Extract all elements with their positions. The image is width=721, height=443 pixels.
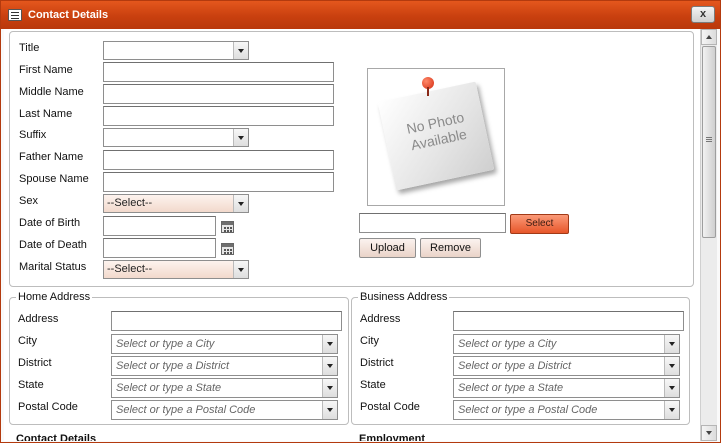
home-address-label: Address — [18, 313, 59, 325]
first-name-label: First Name — [19, 64, 73, 76]
business-postal-label: Postal Code — [360, 401, 420, 413]
close-button[interactable]: x — [691, 6, 715, 23]
title-bar[interactable]: Contact Details x — [1, 1, 720, 29]
business-state-combo[interactable]: Select or type a State — [453, 378, 680, 398]
chevron-down-icon[interactable] — [664, 379, 679, 397]
home-postal-combo[interactable]: Select or type a Postal Code — [111, 400, 338, 420]
scrollbar-thumb[interactable] — [702, 46, 716, 238]
upload-button[interactable]: Upload — [359, 238, 416, 258]
chevron-down-icon[interactable] — [664, 401, 679, 419]
home-state-placeholder: Select or type a State — [116, 382, 222, 394]
home-state-label: State — [18, 379, 44, 391]
sex-value: --Select-- — [107, 197, 153, 209]
chevron-down-icon — [233, 42, 248, 59]
father-name-input[interactable] — [103, 150, 334, 170]
dod-input[interactable] — [103, 238, 216, 258]
dob-label: Date of Birth — [19, 217, 81, 229]
home-city-placeholder: Select or type a City — [116, 338, 215, 350]
calendar-icon[interactable] — [221, 243, 234, 255]
last-name-label: Last Name — [19, 108, 73, 120]
business-city-label: City — [360, 335, 379, 347]
home-address-group: Home Address Address City Select or type… — [9, 291, 349, 425]
suffix-label: Suffix — [19, 129, 47, 141]
chevron-down-icon[interactable] — [664, 357, 679, 375]
chevron-down-icon[interactable] — [322, 401, 337, 419]
spouse-name-label: Spouse Name — [19, 173, 89, 185]
title-label: Title — [19, 42, 40, 54]
marital-status-value: --Select-- — [107, 263, 153, 275]
business-district-combo[interactable]: Select or type a District — [453, 356, 680, 376]
content-area: Title First Name Middle Name Last Name S… — [4, 29, 700, 441]
spouse-name-input[interactable] — [103, 172, 334, 192]
business-address-input[interactable] — [453, 311, 684, 331]
marital-status-label: Marital Status — [19, 261, 87, 273]
window-menu-icon[interactable] — [8, 9, 22, 21]
home-district-placeholder: Select or type a District — [116, 360, 230, 372]
sex-dropdown[interactable]: --Select-- — [103, 194, 249, 213]
window-title: Contact Details — [28, 9, 109, 21]
chevron-down-icon[interactable] — [322, 357, 337, 375]
sex-label: Sex — [19, 195, 38, 207]
no-photo-text: No Photo Available — [394, 107, 479, 157]
middle-name-label: Middle Name — [19, 86, 84, 98]
title-dropdown[interactable] — [103, 41, 249, 60]
last-name-input[interactable] — [103, 106, 334, 126]
vertical-scrollbar[interactable] — [700, 29, 717, 441]
business-address-legend: Business Address — [358, 291, 450, 303]
scroll-up-icon[interactable] — [701, 29, 717, 45]
contact-details-section-heading: Contact Details — [16, 433, 97, 441]
home-postal-label: Postal Code — [18, 401, 78, 413]
calendar-icon[interactable] — [221, 221, 234, 233]
chevron-down-icon[interactable] — [664, 335, 679, 353]
photo-file-input[interactable] — [359, 213, 506, 233]
employment-section-heading: Employment — [359, 433, 426, 441]
home-address-input[interactable] — [111, 311, 342, 331]
remove-button[interactable]: Remove — [420, 238, 481, 258]
chevron-down-icon — [233, 195, 248, 212]
marital-status-dropdown[interactable]: --Select-- — [103, 260, 249, 279]
pushpin-stem — [427, 87, 429, 96]
business-postal-combo[interactable]: Select or type a Postal Code — [453, 400, 680, 420]
first-name-input[interactable] — [103, 62, 334, 82]
business-state-label: State — [360, 379, 386, 391]
scroll-down-icon[interactable] — [701, 425, 717, 441]
dod-label: Date of Death — [19, 239, 87, 251]
middle-name-input[interactable] — [103, 84, 334, 104]
personal-info-panel: Title First Name Middle Name Last Name S… — [9, 31, 694, 287]
business-city-combo[interactable]: Select or type a City — [453, 334, 680, 354]
business-address-group: Business Address Address City Select or … — [351, 291, 690, 425]
business-city-placeholder: Select or type a City — [458, 338, 557, 350]
home-state-combo[interactable]: Select or type a State — [111, 378, 338, 398]
business-state-placeholder: Select or type a State — [458, 382, 564, 394]
photo-frame: No Photo Available — [367, 68, 505, 206]
dob-input[interactable] — [103, 216, 216, 236]
home-district-label: District — [18, 357, 52, 369]
chevron-down-icon[interactable] — [322, 379, 337, 397]
father-name-label: Father Name — [19, 151, 84, 163]
home-city-label: City — [18, 335, 37, 347]
no-photo-note-icon: No Photo Available — [377, 81, 495, 191]
contact-details-window: Contact Details x Title First Name Middl… — [0, 0, 721, 443]
business-address-label: Address — [360, 313, 401, 325]
select-photo-button[interactable]: Select — [510, 214, 569, 234]
business-postal-placeholder: Select or type a Postal Code — [458, 404, 598, 416]
chevron-down-icon — [233, 129, 248, 146]
home-city-combo[interactable]: Select or type a City — [111, 334, 338, 354]
business-district-placeholder: Select or type a District — [458, 360, 572, 372]
chevron-down-icon[interactable] — [322, 335, 337, 353]
home-address-legend: Home Address — [16, 291, 93, 303]
business-district-label: District — [360, 357, 394, 369]
suffix-dropdown[interactable] — [103, 128, 249, 147]
home-postal-placeholder: Select or type a Postal Code — [116, 404, 256, 416]
chevron-down-icon — [233, 261, 248, 278]
home-district-combo[interactable]: Select or type a District — [111, 356, 338, 376]
